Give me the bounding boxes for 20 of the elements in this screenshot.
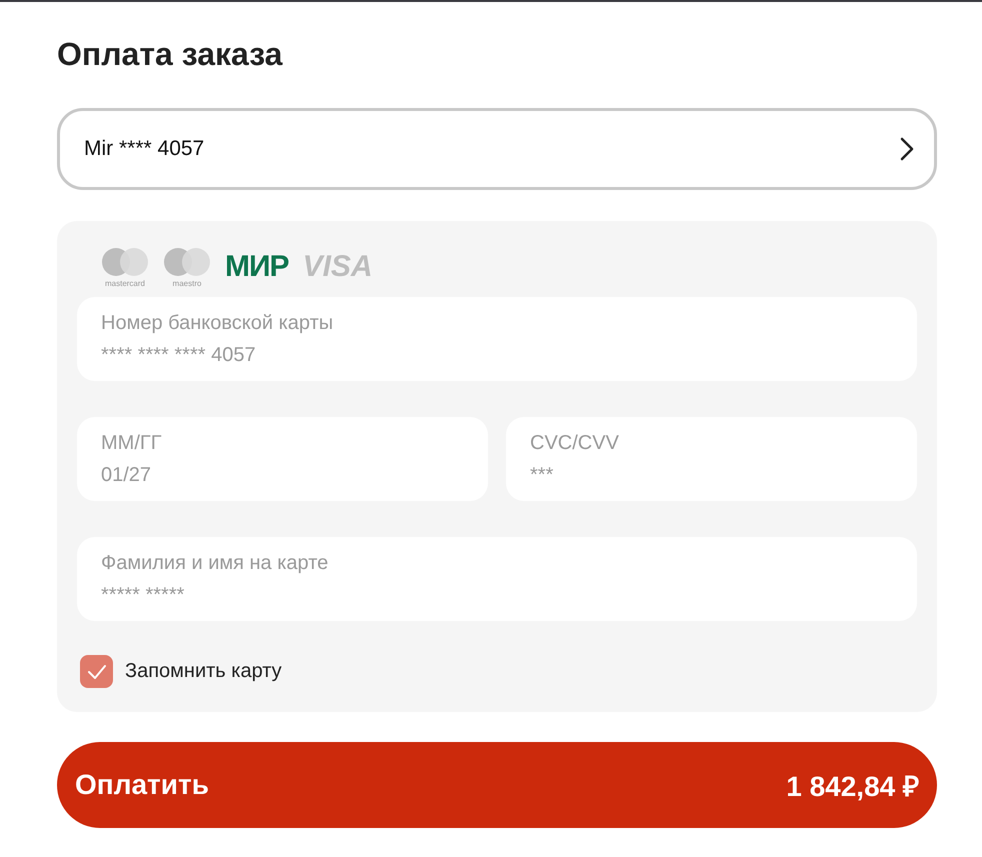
field-label: Фамилия и имя на карте: [101, 551, 328, 576]
brand-logo: МИР: [225, 252, 289, 282]
field-value: ***** *****: [101, 583, 184, 608]
checkbox-label: Запомнить карту: [125, 660, 282, 683]
field-label: CVC/CVV: [530, 431, 619, 456]
field-value: ***: [530, 463, 554, 488]
field-label: Номер банковской карты: [101, 311, 334, 336]
circles-icon: [101, 246, 149, 276]
card-selector[interactable]: Mir **** 4057: [57, 108, 937, 190]
page-title: Оплата заказа: [57, 35, 282, 74]
field-value: **** **** **** 4057: [101, 343, 256, 368]
chevron-icon: [900, 137, 914, 161]
brand-logo: VISA: [302, 252, 373, 282]
field-label: ММ/ГГ: [101, 431, 162, 456]
pay-button[interactable]: Оплатить 1 842,84 ₽: [57, 742, 937, 828]
field-value: 01/27: [101, 463, 152, 488]
brand-label: maestro: [172, 278, 202, 288]
checkmark-icon: [86, 664, 106, 680]
brand-label: mastercard: [104, 278, 145, 288]
circles-icon: [163, 246, 211, 276]
